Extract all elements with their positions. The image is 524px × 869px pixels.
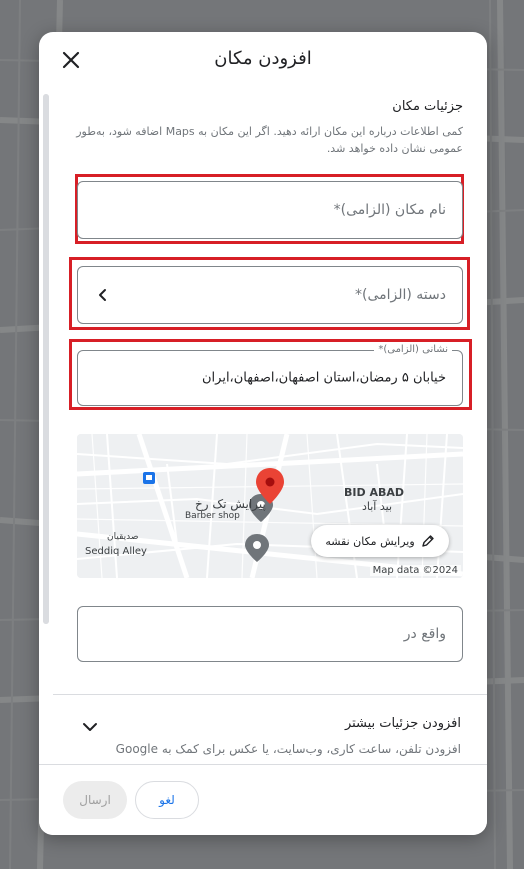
cancel-button[interactable]: لغو (135, 781, 199, 819)
section-description: کمی اطلاعات درباره این مکان ارائه دهید. … (76, 125, 463, 155)
place-name-placeholder: نام مکان (الزامی)* (333, 202, 446, 218)
send-button[interactable]: ارسال (63, 781, 127, 819)
section-title: جزئیات مکان (392, 99, 463, 114)
add-place-dialog: افزودن مکان جزئیات مکان کمی اطلاعات دربا… (39, 32, 487, 835)
scrollbar-thumb[interactable] (43, 94, 49, 624)
map-attribution: Map data ©2024 (369, 565, 461, 576)
map-label-seddiq-fa: صدیقیان (107, 532, 139, 542)
map-label-bid-abad: BID ABAD (344, 486, 404, 499)
chevron-down-icon[interactable] (81, 718, 99, 736)
more-details-title[interactable]: افزودن جزئیات بیشتر (345, 716, 461, 731)
edit-location-icon (421, 535, 434, 547)
section-divider (53, 694, 487, 695)
map-label-barber: پیرایش تک رخ (195, 497, 266, 511)
chevron-left-icon (99, 289, 106, 301)
address-input[interactable]: نشانی (الزامی)* خیابان ۵ رمضان،استان اصف… (77, 344, 463, 406)
more-details-description: افزودن تلفن، ساعت کاری، وب‌سایت، یا عکس … (115, 742, 461, 756)
address-value: خیابان ۵ رمضان،استان اصفهان،اصفهان،ایران (202, 370, 446, 386)
edit-map-location-button[interactable]: ویرایش مکان نقشه (311, 525, 449, 557)
category-select[interactable]: دسته (الزامی)* (77, 266, 463, 324)
map-label-bid-abad-fa: بید آباد (362, 500, 393, 513)
edit-map-label: ویرایش مکان نقشه (325, 534, 415, 548)
map-label-barber-en: Barber shop (185, 511, 240, 521)
located-in-input[interactable]: واقع در (77, 606, 463, 662)
address-label: نشانی (الزامی)* (374, 344, 452, 356)
place-name-input[interactable]: نام مکان (الزامی)* (77, 181, 463, 239)
located-in-placeholder: واقع در (403, 626, 446, 642)
dialog-title: افزودن مکان (214, 48, 312, 69)
map-label-seddiq-en: Seddiq Alley (85, 546, 147, 557)
category-placeholder: دسته (الزامی)* (354, 287, 446, 303)
footer-divider (39, 764, 487, 765)
